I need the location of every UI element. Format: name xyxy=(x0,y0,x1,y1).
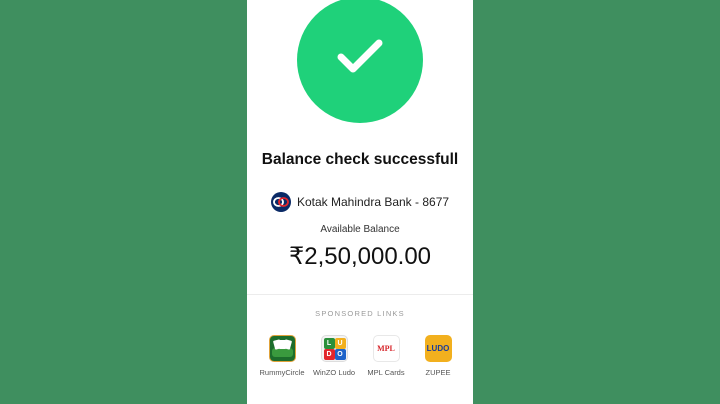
sponsored-apps-row: RummyCircle L U D O WinZO Ludo MPL MPL C… xyxy=(257,335,463,377)
divider xyxy=(247,294,473,295)
balance-amount: ₹2,50,000.00 xyxy=(288,243,432,270)
mpl-cards-app-icon: MPL xyxy=(372,335,400,362)
sponsored-app-mpl-cards[interactable]: MPL MPL Cards xyxy=(361,335,411,377)
rummycircle-app-icon xyxy=(268,335,296,362)
bank-account-row: Kotak Mahindra Bank - 8677 xyxy=(247,192,473,212)
sponsored-app-winzo-ludo[interactable]: L U D O WinZO Ludo xyxy=(309,335,359,377)
sponsored-app-rummycircle[interactable]: RummyCircle xyxy=(257,335,307,377)
app-label: MPL Cards xyxy=(367,368,405,377)
success-badge xyxy=(297,0,423,123)
sponsored-links-header: SPONSORED LINKS xyxy=(315,309,405,318)
available-balance-label: Available Balance xyxy=(320,224,400,235)
app-label: WinZO Ludo xyxy=(312,368,356,377)
app-label: ZUPEE xyxy=(425,368,451,377)
kotak-bank-logo-icon xyxy=(270,192,291,212)
winzo-ludo-app-icon: L U D O xyxy=(320,335,348,362)
zupee-app-icon: LUDO xyxy=(424,335,452,362)
sponsored-app-zupee[interactable]: LUDO ZUPEE xyxy=(413,335,463,377)
bank-name: Kotak Mahindra Bank - 8677 xyxy=(296,195,450,209)
checkmark-icon xyxy=(337,39,383,73)
app-label: RummyCircle xyxy=(259,368,305,377)
phone-screen: Balance check successfull Kotak Mahindra… xyxy=(247,0,473,404)
page-title: Balance check successfull xyxy=(261,151,459,168)
